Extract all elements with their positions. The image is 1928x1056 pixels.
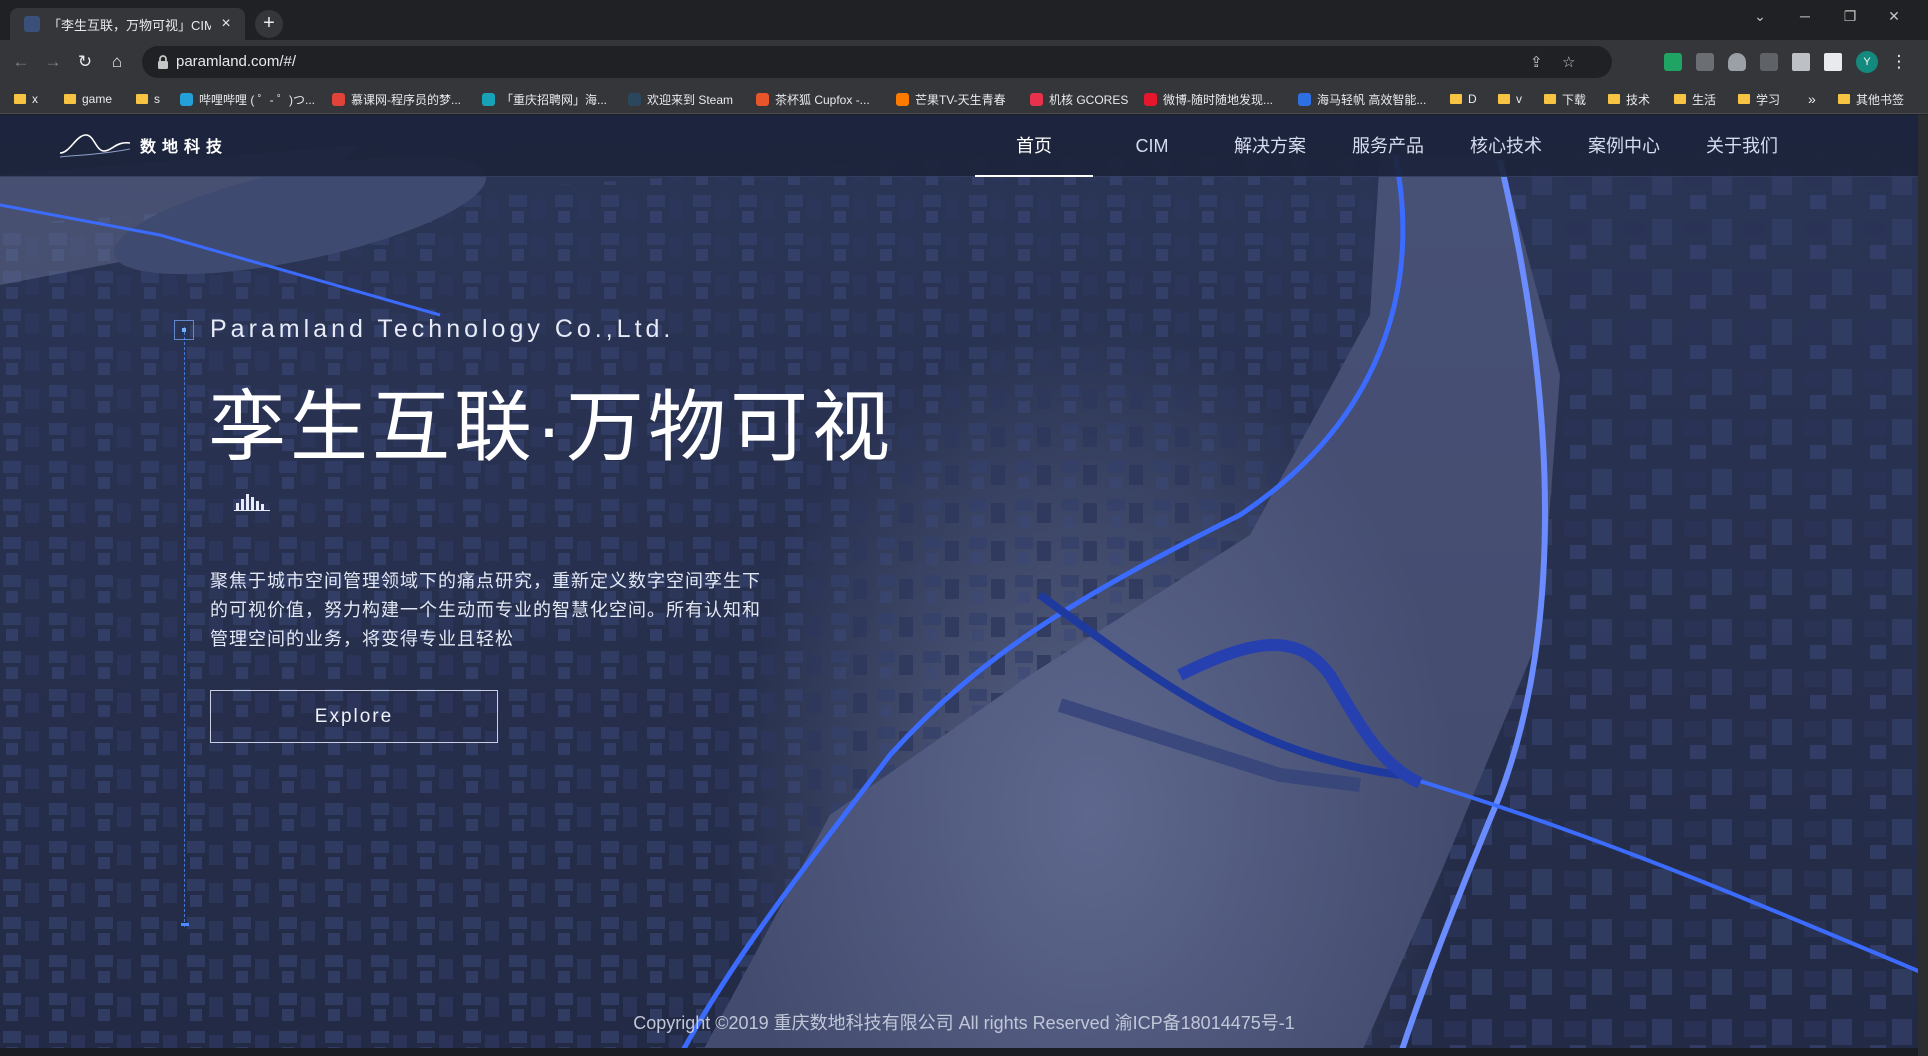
minimize-button[interactable]: ─: [1785, 8, 1825, 24]
folder-icon: [1544, 94, 1556, 104]
hero-description: 聚焦于城市空间管理领域下的痛点研究，重新定义数字空间孪生下的可视价值，努力构建一…: [210, 571, 761, 649]
footer-copyright: Copyright ©2019 重庆数地科技有限公司 All rights Re…: [633, 1013, 1295, 1033]
steam-icon: [628, 92, 641, 106]
folder-icon: [1674, 94, 1686, 104]
bookmark-item[interactable]: s: [136, 90, 160, 108]
hero-marker-dot: [182, 328, 186, 332]
browser-window: 「李生互联，万物可视」CIM平台 × + ⌄ ─ ❐ ✕ ← → ↻ ⌂ par…: [0, 0, 1928, 1056]
bookmark-item[interactable]: 茶杯狐 Cupfox -...: [756, 90, 870, 108]
site-logo[interactable]: 数地科技: [58, 129, 228, 161]
site-header: 数地科技 首页 CIM 解决方案 服务产品 核心技术 案例中心 关于我们: [0, 115, 1928, 177]
folder-icon: [1608, 94, 1620, 104]
bookmark-item[interactable]: 技术: [1608, 90, 1650, 108]
tab-strip: 「李生互联，万物可视」CIM平台 × + ⌄ ─ ❐ ✕: [0, 0, 1928, 40]
bookmark-item[interactable]: 微博-随时随地发现...: [1144, 90, 1273, 108]
hero-dashed-line: [184, 327, 185, 927]
lock-icon: [158, 55, 168, 69]
company-english-name: Paramland Technology Co.,Ltd.: [210, 315, 675, 343]
folder-icon: [1498, 94, 1510, 104]
horizontal-scroll-strip: [0, 1048, 1928, 1056]
browser-tab[interactable]: 「李生互联，万物可视」CIM平台 ×: [10, 8, 245, 40]
bilibili-icon: [180, 92, 193, 106]
new-tab-button[interactable]: +: [255, 10, 283, 38]
reload-icon[interactable]: ↻: [74, 51, 96, 73]
bookmark-item[interactable]: D: [1450, 90, 1477, 108]
bookmark-item[interactable]: 其他书签: [1838, 90, 1904, 108]
weibo-icon: [1144, 92, 1157, 106]
bookmark-item[interactable]: 慕课网-程序员的梦...: [332, 90, 461, 108]
folder-icon: [1838, 94, 1850, 104]
shield-extension-icon[interactable]: [1728, 53, 1746, 71]
bookmark-item[interactable]: 哔哩哔哩 ( ゜- ゜)つ...: [180, 90, 315, 108]
cupfox-icon: [756, 92, 769, 106]
screenshot-extension-icon[interactable]: [1696, 53, 1714, 71]
skyline-bars-icon: [234, 494, 270, 511]
gcores-icon: [1030, 92, 1043, 106]
bookmark-item[interactable]: 生活: [1674, 90, 1716, 108]
hero-line-end: [181, 923, 189, 926]
profile-avatar[interactable]: Y: [1856, 51, 1878, 73]
paramland-wave-logo-icon: [59, 134, 131, 158]
bookmark-item[interactable]: x: [14, 90, 38, 108]
share-icon[interactable]: ⇪: [1530, 53, 1543, 71]
main-nav: 首页 CIM 解决方案 服务产品 核心技术 案例中心 关于我们: [975, 115, 1801, 177]
browser-toolbar: ← → ↻ ⌂ paramland.com/#/ ⇪ ☆ Y ⋮: [0, 40, 1928, 84]
side-panel-icon[interactable]: [1824, 53, 1842, 71]
url-text: paramland.com/#/: [176, 53, 297, 70]
restore-button[interactable]: ❐: [1830, 8, 1870, 25]
job-site-icon: [482, 92, 495, 106]
nav-item-cases[interactable]: 案例中心: [1565, 115, 1683, 177]
bookmarks-bar: x game s 哔哩哔哩 ( ゜- ゜)つ... 慕课网-程序员的梦... 「…: [0, 84, 1928, 114]
folder-icon: [1738, 94, 1750, 104]
more-menu-icon[interactable]: ⋮: [1888, 51, 1910, 73]
site-favicon-icon: [24, 16, 40, 32]
imooc-icon: [332, 92, 345, 106]
bookmark-item[interactable]: 下载: [1544, 90, 1586, 108]
nav-item-about[interactable]: 关于我们: [1683, 115, 1801, 177]
nav-item-home[interactable]: 首页: [975, 115, 1093, 177]
bookmark-item[interactable]: game: [64, 90, 112, 108]
bookmark-item[interactable]: 芒果TV-天生青春: [896, 90, 1006, 108]
bookmark-item[interactable]: 学习: [1738, 90, 1780, 108]
vue-devtools-extension-icon[interactable]: [1664, 53, 1682, 71]
address-bar[interactable]: paramland.com/#/ ⇪ ☆: [142, 46, 1612, 78]
close-window-button[interactable]: ✕: [1874, 8, 1914, 25]
tab-title: 「李生互联，万物可视」CIM平台: [48, 17, 211, 33]
hero-slogan: 孪生互联·万物可视: [208, 383, 894, 471]
nav-item-solutions[interactable]: 解决方案: [1211, 115, 1329, 177]
back-arrow-icon[interactable]: ←: [10, 51, 32, 73]
bookmark-item[interactable]: 机核 GCORES: [1030, 90, 1128, 108]
puzzle-extensions-icon[interactable]: [1792, 53, 1810, 71]
home-icon[interactable]: ⌂: [106, 51, 128, 73]
mgtv-icon: [896, 92, 909, 106]
folder-icon: [136, 94, 148, 104]
bookmark-item[interactable]: 海马轻帆 高效智能...: [1298, 90, 1426, 108]
nav-item-core-tech[interactable]: 核心技术: [1447, 115, 1565, 177]
page-scrollbar[interactable]: [1918, 115, 1928, 1056]
tab-search-chevron-icon[interactable]: ⌄: [1740, 8, 1780, 25]
close-tab-icon[interactable]: ×: [217, 15, 235, 33]
explore-button[interactable]: Explore: [210, 690, 498, 743]
folder-icon: [1450, 94, 1462, 104]
bookmark-item[interactable]: v: [1498, 90, 1522, 108]
bookmark-star-icon[interactable]: ☆: [1562, 53, 1575, 71]
brand-name: 数地科技: [140, 139, 229, 156]
bookmark-item[interactable]: 「重庆招聘网」海...: [482, 90, 607, 108]
bookmark-item[interactable]: 欢迎来到 Steam: [628, 90, 733, 108]
bookmarks-overflow-button[interactable]: »: [1808, 90, 1816, 108]
translate-extension-icon[interactable]: [1760, 53, 1778, 71]
folder-icon: [14, 94, 26, 104]
web-page: 数地科技 首页 CIM 解决方案 服务产品 核心技术 案例中心 关于我们 Par…: [0, 115, 1928, 1056]
nav-item-products[interactable]: 服务产品: [1329, 115, 1447, 177]
haima-icon: [1298, 92, 1311, 106]
folder-icon: [64, 94, 76, 104]
forward-arrow-icon[interactable]: →: [42, 51, 64, 73]
nav-item-cim[interactable]: CIM: [1093, 115, 1211, 177]
